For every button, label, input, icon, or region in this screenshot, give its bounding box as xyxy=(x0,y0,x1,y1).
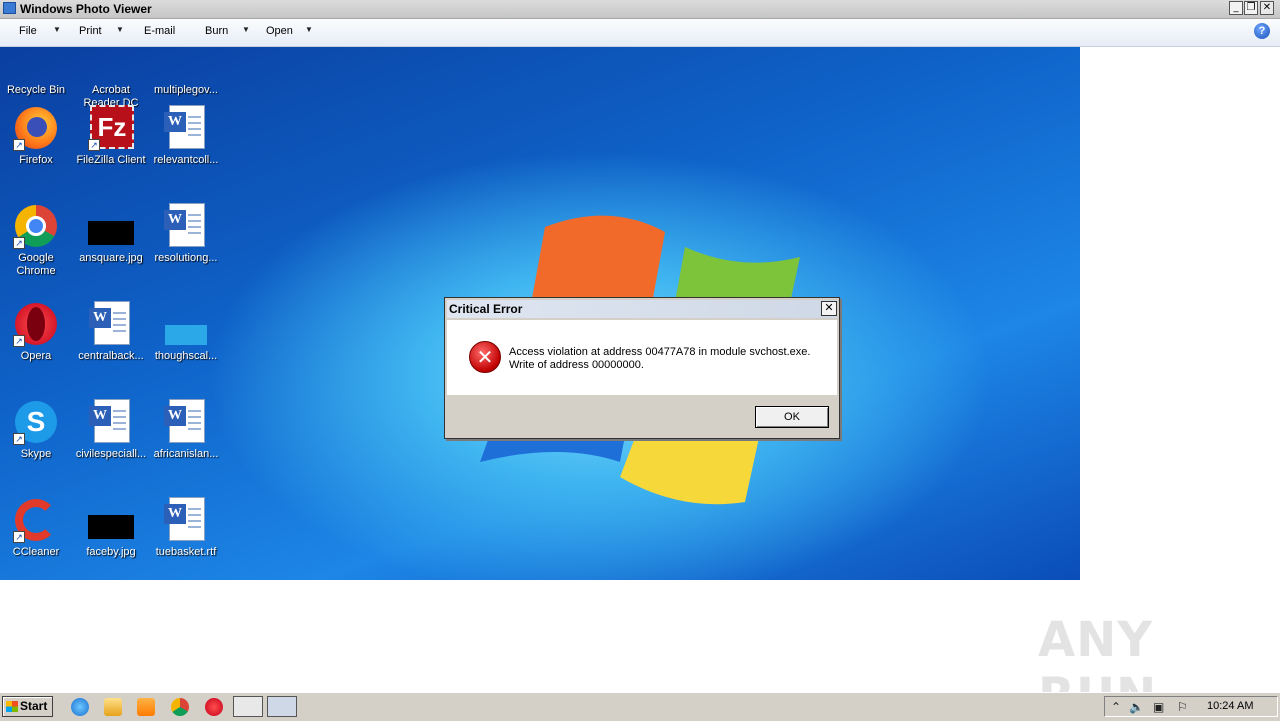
internet-explorer-icon[interactable] xyxy=(71,698,89,716)
word-document-icon: W xyxy=(88,301,134,347)
network-icon[interactable]: ▣ xyxy=(1153,700,1164,714)
critical-error-dialog: Critical Error ✕ ✕ Access violation at a… xyxy=(444,297,840,439)
desktop-icon-opera[interactable]: ↗ Opera xyxy=(0,301,74,363)
chrome-icon[interactable] xyxy=(171,698,189,716)
title-bar: Windows Photo Viewer _ ❐ ✕ xyxy=(0,0,1280,19)
error-message-line-2: Write of address 00000000. xyxy=(509,359,644,371)
close-button[interactable]: ✕ xyxy=(1260,1,1274,15)
filezilla-icon: Fz ↗ xyxy=(88,105,134,151)
acrobat-icon xyxy=(88,47,134,81)
window-title: Windows Photo Viewer xyxy=(20,2,152,16)
desktop-icon-civilespeciall[interactable]: W civilespeciall... xyxy=(73,399,149,461)
chevron-down-icon[interactable]: ▼ xyxy=(53,25,61,34)
desktop-icon-google-chrome[interactable]: ↗ Google Chrome xyxy=(0,203,74,278)
desktop-icon-centralback[interactable]: W centralback... xyxy=(73,301,149,363)
image-file-icon xyxy=(88,497,134,543)
ccleaner-icon: ↗ xyxy=(13,497,59,543)
error-icon: ✕ xyxy=(469,341,501,373)
desktop-icon-multiplegov[interactable]: multiplegov... xyxy=(148,47,224,97)
chevron-up-icon[interactable]: ⌃ xyxy=(1111,700,1121,714)
menu-open[interactable]: Open xyxy=(266,25,293,37)
desktop-icon-relevantcoll[interactable]: W relevantcoll... xyxy=(148,105,224,167)
word-document-icon: W xyxy=(163,203,209,249)
opera-icon: ↗ xyxy=(13,301,59,347)
shortcut-arrow-icon: ↗ xyxy=(88,139,100,151)
desktop-icon-ccleaner[interactable]: ↗ CCleaner xyxy=(0,497,74,559)
shortcut-arrow-icon: ↗ xyxy=(13,531,25,543)
firefox-icon: ↗ xyxy=(13,105,59,151)
desktop-icon-ansquare-jpg[interactable]: ansquare.jpg xyxy=(73,203,149,265)
start-button[interactable]: Start xyxy=(2,696,53,717)
image-file-icon xyxy=(163,301,209,347)
folder-icon[interactable] xyxy=(104,698,122,716)
restore-button[interactable]: ❐ xyxy=(1244,1,1258,15)
chevron-down-icon[interactable]: ▼ xyxy=(242,25,250,34)
desktop-icon-filezilla[interactable]: Fz ↗ FileZilla Client xyxy=(73,105,149,167)
desktop-icon-thoughscal[interactable]: thoughscal... xyxy=(148,301,224,363)
menu-email[interactable]: E-mail xyxy=(144,25,175,37)
system-tray: ⌃ 🔈 ▣ ⚐ 10:24 AM xyxy=(1104,696,1278,717)
desktop-icon-tuebasket-rtf[interactable]: W tuebasket.rtf xyxy=(148,497,224,559)
help-icon[interactable]: ? xyxy=(1254,23,1270,39)
skype-icon: S ↗ xyxy=(13,399,59,445)
taskbar-app-unknown[interactable] xyxy=(233,696,263,717)
menu-file[interactable]: File xyxy=(19,25,37,37)
image-file-icon xyxy=(163,47,209,81)
chrome-icon: ↗ xyxy=(13,203,59,249)
desktop-icon-skype[interactable]: S ↗ Skype xyxy=(0,399,74,461)
shortcut-arrow-icon: ↗ xyxy=(13,335,25,347)
minimize-button[interactable]: _ xyxy=(1229,1,1243,15)
windows-logo-icon xyxy=(6,701,18,712)
menu-bar: File ▼ Print ▼ E-mail Burn ▼ Open ▼ ? xyxy=(0,19,1280,47)
photo-viewer-icon xyxy=(3,2,16,14)
desktop-icon-africanislan[interactable]: W africanislan... xyxy=(148,399,224,461)
desktop-icon-recycle-bin[interactable]: Recycle Bin xyxy=(0,47,74,97)
desktop-icon-acrobat-reader[interactable]: Acrobat Reader DC xyxy=(73,47,149,110)
taskbar-clock[interactable]: 10:24 AM xyxy=(1207,700,1253,712)
word-document-icon: W xyxy=(163,399,209,445)
volume-icon[interactable]: 🔈 xyxy=(1129,700,1144,714)
desktop-icon-resolutiong[interactable]: W resolutiong... xyxy=(148,203,224,265)
word-document-icon: W xyxy=(163,105,209,151)
menu-print[interactable]: Print xyxy=(79,25,102,37)
word-document-icon: W xyxy=(88,399,134,445)
taskbar: Start ⌃ 🔈 ▣ ⚐ 10:24 AM xyxy=(0,692,1280,721)
chevron-down-icon[interactable]: ▼ xyxy=(305,25,313,34)
dialog-body: ✕ Access violation at address 00477A78 i… xyxy=(447,320,837,395)
dialog-close-button[interactable]: ✕ xyxy=(821,301,837,316)
error-message-line-1: Access violation at address 00477A78 in … xyxy=(509,346,811,358)
desktop-icon-faceby-jpg[interactable]: faceby.jpg xyxy=(73,497,149,559)
desktop-icon-firefox[interactable]: ↗ Firefox xyxy=(0,105,74,167)
taskbar-app-photo-viewer[interactable] xyxy=(267,696,297,717)
chevron-down-icon[interactable]: ▼ xyxy=(116,25,124,34)
action-center-flag-icon[interactable]: ⚐ xyxy=(1177,700,1188,714)
shortcut-arrow-icon: ↗ xyxy=(13,237,25,249)
media-player-icon[interactable] xyxy=(137,698,155,716)
dialog-title: Critical Error xyxy=(449,302,523,316)
dialog-caption: Critical Error ✕ xyxy=(447,300,837,318)
ok-button[interactable]: OK xyxy=(755,406,829,428)
shortcut-arrow-icon: ↗ xyxy=(13,139,25,151)
shortcut-arrow-icon: ↗ xyxy=(13,433,25,445)
opera-icon[interactable] xyxy=(205,698,223,716)
recycle-bin-icon xyxy=(13,47,59,81)
error-message: Access violation at address 00477A78 in … xyxy=(509,346,810,372)
image-file-icon xyxy=(88,203,134,249)
menu-burn[interactable]: Burn xyxy=(205,25,228,37)
word-document-icon: W xyxy=(163,497,209,543)
